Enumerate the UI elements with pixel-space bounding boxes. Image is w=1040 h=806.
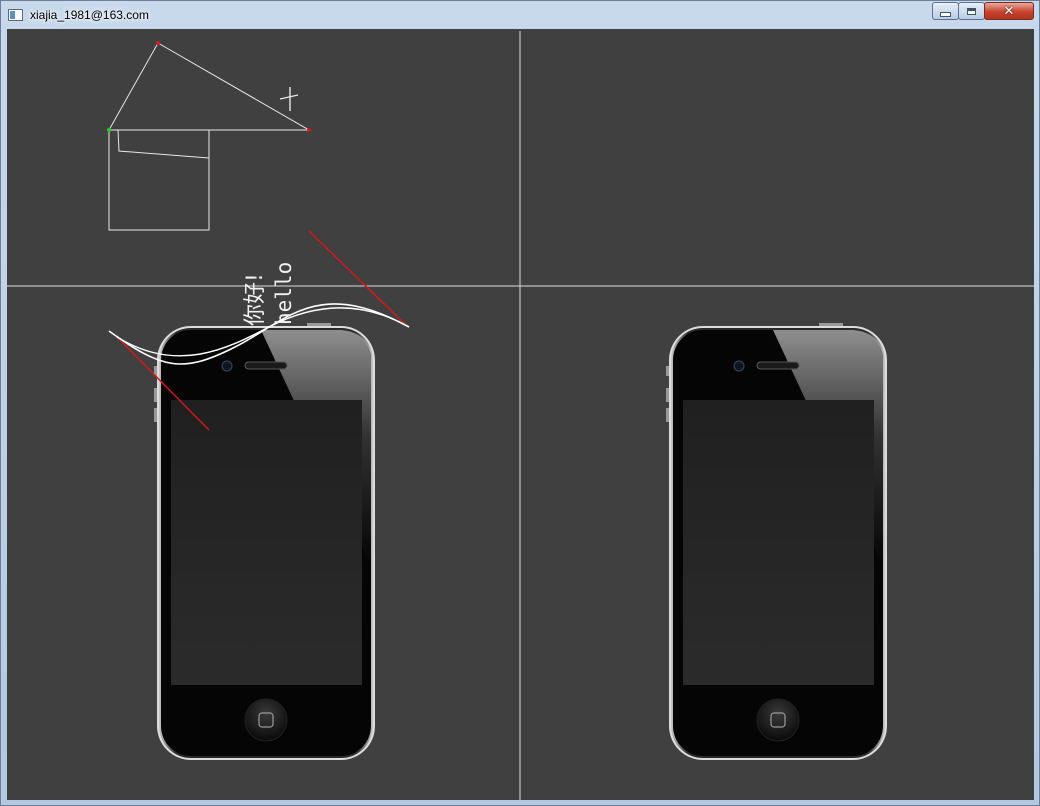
red-line-upper <box>308 230 409 328</box>
maximize-icon <box>967 7 976 15</box>
minimize-icon <box>940 11 951 17</box>
english-text: hello <box>272 262 296 325</box>
minimize-button[interactable] <box>932 2 959 20</box>
close-icon: ✕ <box>1003 3 1015 19</box>
green-vertex <box>107 128 111 132</box>
title-bar[interactable]: xiajia_1981@163.com ✕ <box>1 1 1039 28</box>
cursor-cross-icon <box>279 87 299 111</box>
drawing-canvas[interactable]: 你好! hello <box>7 29 1034 800</box>
inner-line <box>117 129 210 159</box>
app-window: xiajia_1981@163.com ✕ 你好! hello <box>0 0 1040 806</box>
app-icon[interactable] <box>8 9 23 21</box>
house-square <box>108 129 210 231</box>
window-title: xiajia_1981@163.com <box>30 8 149 22</box>
roof-triangle <box>108 42 311 131</box>
red-vertex-right <box>307 128 311 132</box>
iphone-image-right <box>665 322 888 761</box>
maximize-button[interactable] <box>958 2 985 20</box>
iphone-image-left <box>153 322 376 761</box>
red-vertex-top <box>156 41 160 45</box>
canvas-svg: 你好! hello <box>7 31 1034 800</box>
chinese-text: 你好! <box>243 273 268 326</box>
close-button[interactable]: ✕ <box>984 2 1034 20</box>
